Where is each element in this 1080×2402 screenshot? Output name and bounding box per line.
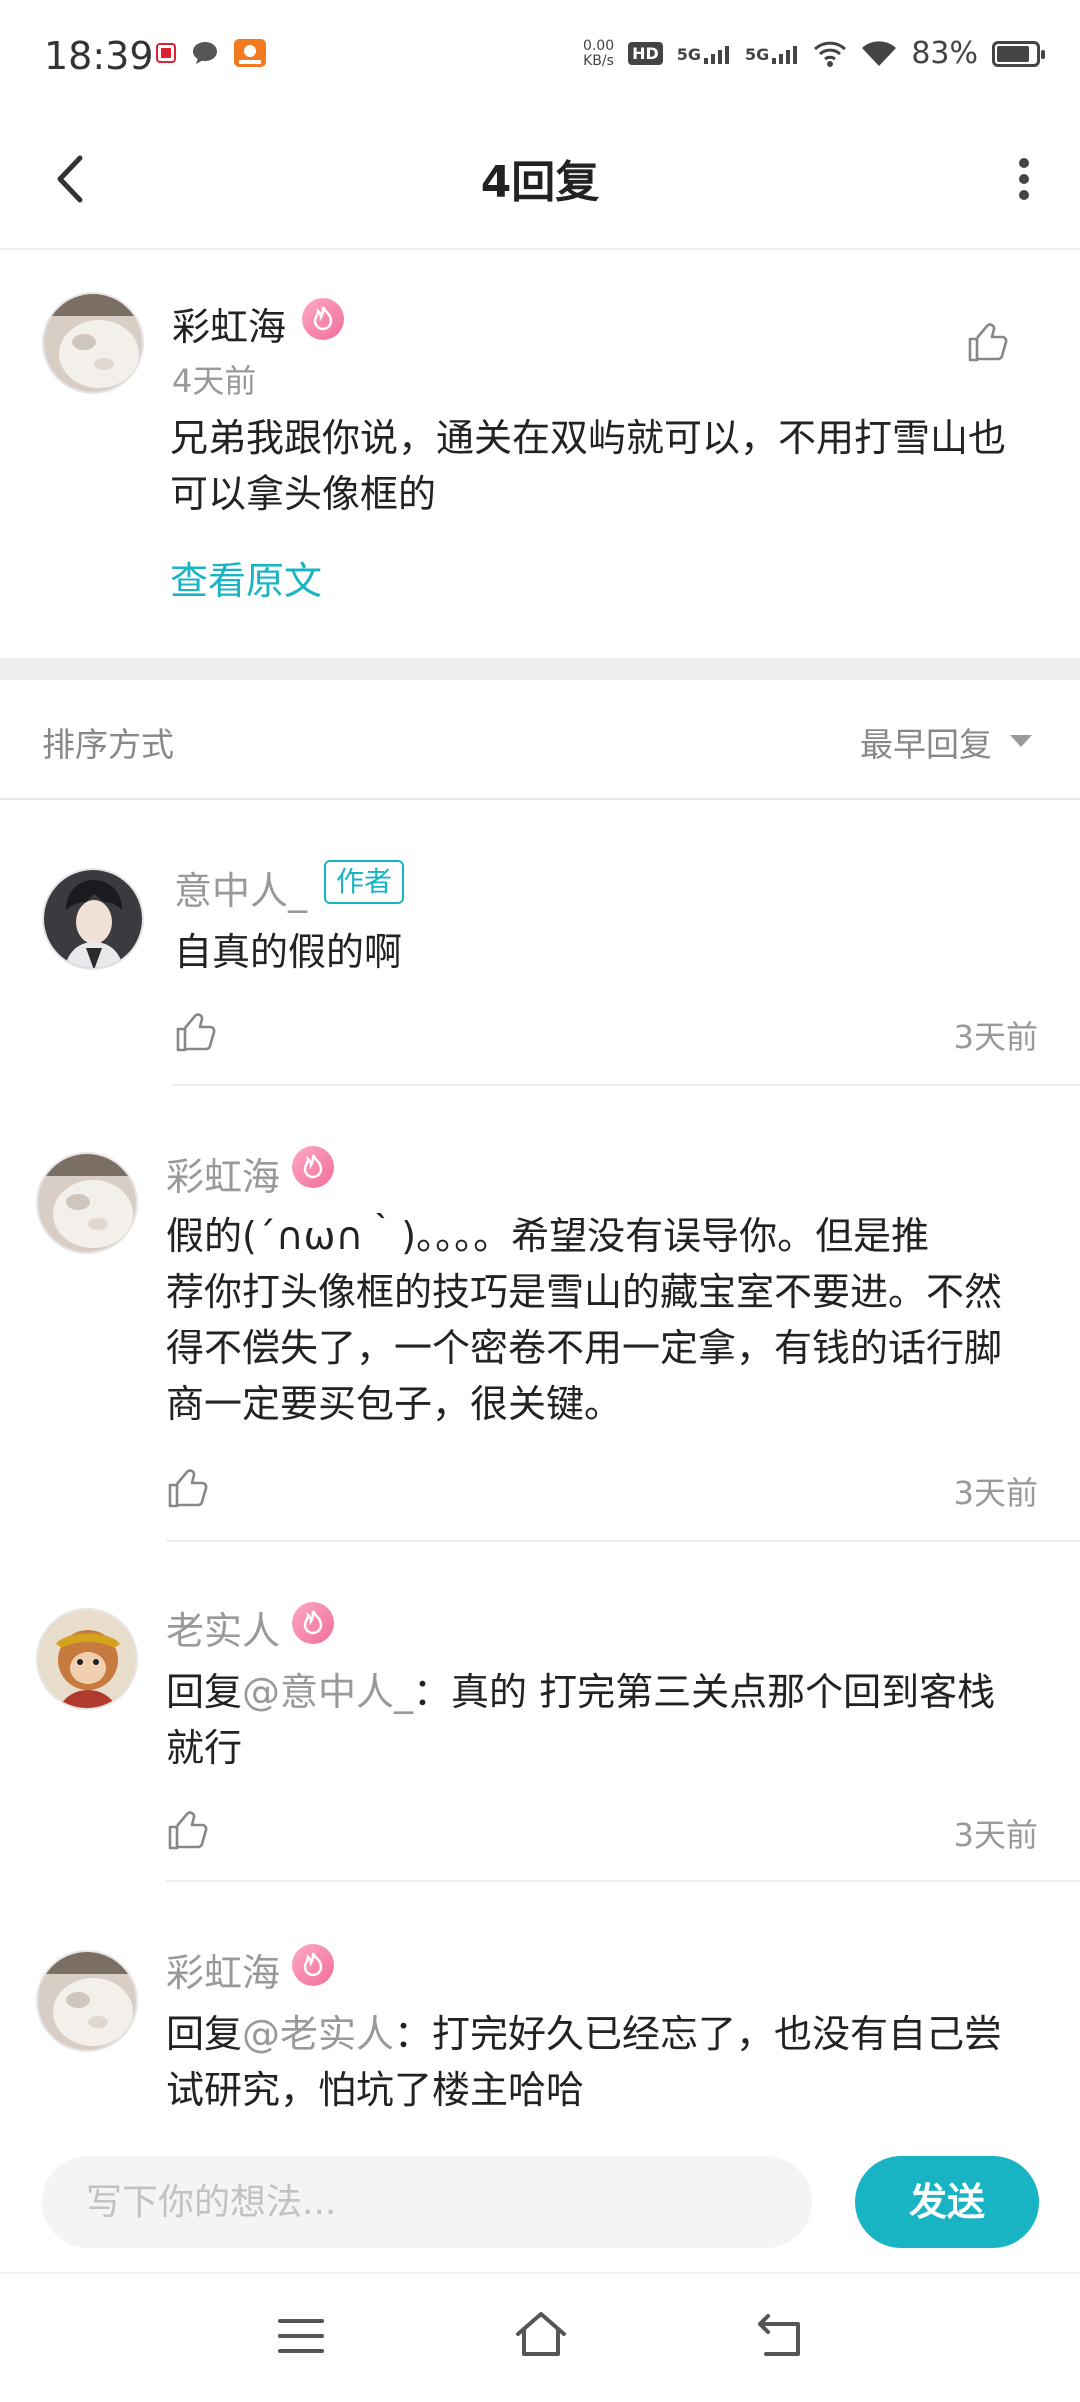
notification-icons [155, 38, 267, 68]
sort-label: 排序方式 [42, 725, 174, 764]
fire-badge-icon [292, 1146, 334, 1188]
reply-time: 3天前 [953, 1018, 1038, 1056]
send-button[interactable]: 发送 [855, 2156, 1039, 2248]
wifi-icon [862, 40, 897, 66]
mention-link[interactable]: @意中人_ [242, 1670, 413, 1714]
network-speed: 0.00 KB/s [582, 37, 615, 69]
more-vertical-icon [1019, 158, 1029, 200]
app-game-icon [234, 39, 266, 67]
avatar[interactable] [42, 292, 144, 394]
thumbs-up-icon[interactable] [966, 320, 1010, 364]
reply-content: 回复@意中人_：真的 打完第三关点那个回到客栈 就行 [166, 1670, 996, 1770]
reply-author[interactable]: 意中人_ [174, 860, 307, 915]
menu-icon[interactable] [278, 2316, 324, 2356]
reply-author[interactable]: 彩虹海 [166, 1146, 280, 1201]
anime-avatar-image [44, 870, 142, 968]
avatar[interactable] [36, 1608, 138, 1710]
status-time: 18:39 [44, 34, 154, 78]
caret-down-icon[interactable] [1010, 735, 1032, 747]
reply-content: 回复@老实人：打完好久已经忘了，也没有自己尝 试研究，怕坑了楼主哈哈 [166, 2012, 1003, 2112]
reply-content: 自真的假的啊 [174, 930, 403, 974]
signal-5g-icon: 5G [677, 44, 731, 64]
fire-badge-icon [292, 1602, 334, 1644]
fire-badge-icon [302, 298, 344, 340]
post-author[interactable]: 彩虹海 [172, 296, 286, 351]
battery-icon [992, 40, 1045, 67]
reply-time: 3天前 [953, 1816, 1038, 1854]
app-notification-icon [156, 43, 176, 63]
post-content: 兄弟我跟你说，通关在双屿就可以，不用打雪山也 可以拿头像框的 [170, 416, 1007, 516]
reply-content: 假的(´∩ω∩｀)。。。。希望没有误导你。但是推 荐你打头像框的技巧是雪山的藏宝… [166, 1214, 1003, 1426]
cat-avatar-image [38, 1154, 136, 1252]
thumbs-up-icon[interactable] [166, 1808, 210, 1852]
wifi-calling-icon [814, 41, 847, 67]
system-navigation-bar [0, 2272, 1080, 2402]
avatar[interactable] [36, 1152, 138, 1254]
section-divider [0, 658, 1080, 680]
reply-author[interactable]: 老实人 [166, 1600, 280, 1655]
original-comment: 彩虹海 4天前 兄弟我跟你说，通关在双屿就可以，不用打雪山也 可以拿头像框的 查… [0, 248, 1080, 658]
avatar[interactable] [36, 1950, 138, 2052]
chat-bubble-icon [193, 42, 217, 64]
post-time: 4天前 [172, 362, 257, 400]
more-options-button[interactable] [1004, 144, 1044, 214]
view-original-link[interactable]: 查看原文 [170, 550, 322, 605]
top-app-bar: 4回复 [0, 110, 1080, 250]
signal-5g-icon-2: 5G [745, 44, 799, 64]
reply-time: 3天前 [953, 1474, 1038, 1512]
page-title: 4回复 [480, 157, 600, 208]
comment-composer: 发送 [0, 2130, 1080, 2272]
divider [166, 1540, 1080, 1542]
status-right: 0.00 KB/s HD 5G 5G 83% [582, 36, 1045, 71]
divider [166, 1880, 1080, 1882]
sort-bar: 排序方式 最早回复 [0, 680, 1080, 800]
mention-link[interactable]: @老实人 [242, 2012, 394, 2056]
thumbs-up-icon[interactable] [166, 1466, 210, 1510]
author-tag: 作者 [324, 860, 405, 904]
sort-dropdown[interactable]: 最早回复 [860, 718, 992, 766]
reply-author[interactable]: 彩虹海 [166, 1942, 280, 1997]
avatar[interactable] [42, 868, 144, 970]
divider [172, 1084, 1080, 1086]
home-icon[interactable] [514, 2310, 568, 2358]
battery-level [997, 45, 1029, 62]
battery-percent: 83% [911, 36, 978, 71]
cat-avatar-image [44, 294, 142, 392]
back-nav-icon[interactable] [756, 2312, 806, 2358]
cat-avatar-image [38, 1952, 136, 2050]
monkey-king-avatar-image [38, 1610, 136, 1708]
thumbs-up-icon[interactable] [174, 1010, 218, 1054]
hd-icon: HD [628, 42, 663, 65]
comment-input[interactable] [42, 2156, 812, 2248]
fire-badge-icon [292, 1944, 334, 1986]
status-bar: 18:39 0.00 KB/s HD 5G 5G 83% [0, 0, 1080, 110]
